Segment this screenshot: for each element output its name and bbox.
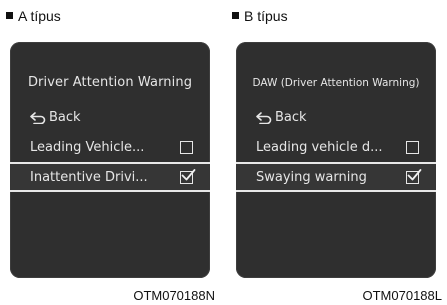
panel-type-label: B típus (232, 8, 288, 24)
checkmark-icon (181, 168, 196, 180)
screen-title: DAW (Driver Attention Warning) (252, 77, 420, 89)
cluster-screen: DAW (Driver Attention Warning) Back Lead… (236, 42, 436, 278)
back-button[interactable]: Back (30, 110, 81, 125)
back-arrow-icon (256, 111, 272, 124)
panel-type-b: B típus DAW (Driver Attention Warning) B… (232, 0, 442, 305)
square-bullet-icon (6, 12, 13, 19)
checkmark-icon (407, 168, 422, 180)
square-bullet-icon (232, 12, 239, 19)
menu-item-label: Leading vehicle d... (256, 139, 383, 155)
menu-item-leading-vehicle[interactable]: Leading Vehicle... (10, 132, 210, 162)
menu-item-label: Inattentive Drivi... (30, 169, 148, 185)
menu-item-label: Leading Vehicle... (30, 139, 145, 155)
menu-item-label: Swaying warning (256, 169, 367, 185)
screen-title: Driver Attention Warning (27, 75, 193, 90)
checkbox-checked-icon[interactable] (406, 168, 422, 184)
back-label: Back (275, 110, 307, 125)
checkbox-empty-icon[interactable] (406, 140, 419, 154)
menu-item-swaying-warning[interactable]: Swaying warning (236, 162, 436, 192)
menu-item-inattentive-driving[interactable]: Inattentive Drivi... (10, 162, 210, 192)
cluster-screen: Driver Attention Warning Back Leading Ve… (10, 42, 210, 278)
menu-item-leading-vehicle-departure[interactable]: Leading vehicle d... (236, 132, 436, 162)
panel-type-label-text: B típus (244, 8, 288, 24)
back-button[interactable]: Back (256, 110, 307, 125)
panel-type-a: A típus Driver Attention Warning Back Le… (6, 0, 216, 305)
checkbox-checked-icon[interactable] (180, 168, 196, 184)
figure-code: OTM070188N (133, 288, 215, 303)
back-label: Back (49, 110, 81, 125)
back-arrow-icon (30, 111, 46, 124)
panel-type-label-text: A típus (18, 8, 61, 24)
figure-code: OTM070188L (362, 288, 443, 303)
panel-type-label: A típus (6, 8, 61, 24)
checkbox-empty-icon[interactable] (180, 140, 193, 154)
